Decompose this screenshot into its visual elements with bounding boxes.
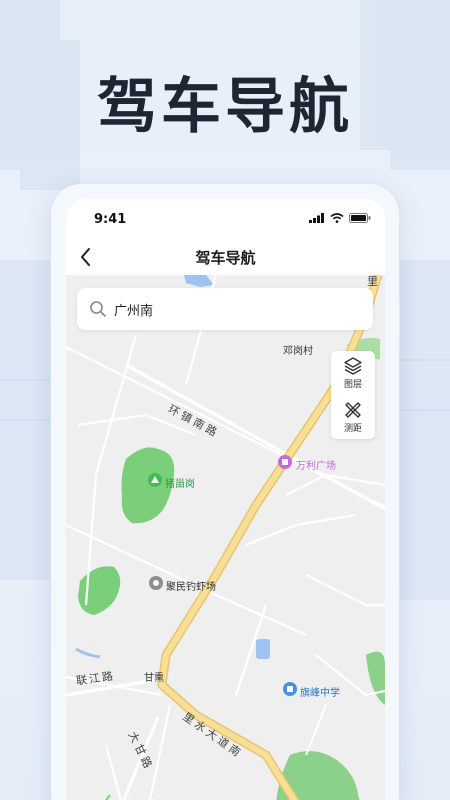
label-hill[interactable]: 猪甾岗: [165, 475, 195, 490]
status-time: 9:41: [94, 212, 127, 227]
app-screen: 9:41 驾车导航 邓岗村 万利广场 猪甾岗 聚民钓虾场 旗峰中学 甘熏 环镇南…: [66, 199, 385, 800]
page-title: 驾车导航: [195, 249, 256, 267]
search-input[interactable]: 广州南: [114, 300, 153, 319]
water-area: [184, 275, 214, 287]
label-ganxun: 甘熏: [144, 673, 164, 684]
navigation-bar: 驾车导航: [66, 239, 385, 275]
label-school[interactable]: 旗峰中学: [300, 684, 340, 699]
road-label-top: 里: [367, 275, 381, 288]
green-route-line: [104, 794, 111, 800]
wifi-icon: [330, 213, 344, 223]
search-icon: [90, 301, 106, 317]
layers-icon: [344, 357, 362, 375]
water-stream: [75, 647, 101, 659]
search-bar[interactable]: 广州南: [77, 288, 373, 330]
measure-button[interactable]: 测距: [331, 395, 375, 439]
layers-button[interactable]: 图层: [331, 351, 375, 395]
map-tool-panel: 图层 测距: [331, 351, 375, 439]
status-icons: [309, 213, 371, 223]
label-village: 邓岗村: [283, 346, 313, 357]
park-area-4: [366, 651, 385, 705]
water-pond: [256, 639, 270, 659]
ruler-icon: [345, 402, 361, 418]
signal-icon: [309, 213, 324, 223]
battery-icon: [349, 213, 371, 223]
measure-label: 测距: [343, 424, 362, 434]
park-area-2: [78, 566, 121, 615]
layers-label: 图层: [343, 380, 362, 390]
label-fishing[interactable]: 聚民钓虾场: [166, 578, 216, 593]
status-bar: 9:41: [66, 199, 385, 239]
page-headline: 驾车导航: [97, 72, 353, 142]
label-mall[interactable]: 万利广场: [296, 457, 336, 472]
